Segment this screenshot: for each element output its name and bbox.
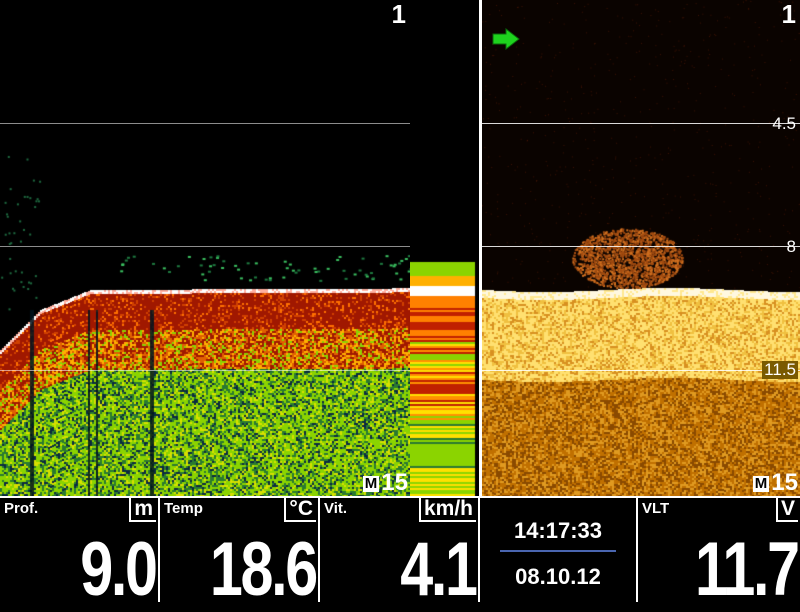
range-top-label: 1	[391, 0, 406, 29]
range-bottom-value: 15	[771, 469, 798, 496]
amplitude-scope	[410, 0, 479, 496]
arrow-right-icon	[492, 28, 520, 50]
voltage-readout-label: VLT	[642, 500, 670, 517]
depth-label: 4.5	[772, 114, 796, 133]
depth-readout-label: Prof.	[4, 500, 39, 517]
depth-grid-line	[482, 123, 800, 124]
speed-readout-label: Vit.	[324, 500, 348, 517]
range-bottom-value: 15	[381, 469, 408, 496]
voltage-readout-unit: V	[775, 498, 798, 522]
depth-readout-value: 9.0	[80, 527, 159, 612]
depth-grid-line	[482, 370, 800, 371]
depth-grid-line	[0, 123, 410, 124]
depth-label: 11.5	[762, 360, 798, 379]
voltage-readout[interactable]: VLT V 11.7	[638, 498, 800, 608]
clock-divider	[500, 550, 616, 552]
voltage-readout-value: 11.7	[695, 527, 800, 612]
range-mode-badge: M	[362, 475, 380, 492]
down-imaging-pane[interactable]: 4.5 8 11.5 1 M 15	[482, 0, 800, 496]
depth-label: 8	[786, 237, 796, 256]
sonar-2d-image	[0, 0, 410, 496]
speed-readout-unit: km/h	[418, 498, 476, 522]
temperature-readout-unit: °C	[284, 498, 316, 522]
clock-readout[interactable]: 14:17:33 08.10.12	[480, 498, 638, 602]
speed-readout[interactable]: Vit. km/h 4.1	[320, 498, 480, 608]
temperature-readout-value: 18.6	[209, 527, 318, 612]
temperature-readout-label: Temp	[164, 500, 203, 517]
data-bar: Prof. m 9.0 Temp °C 18.6 Vit. km/h 4.1 1…	[0, 496, 800, 608]
arrow-right-shape	[492, 28, 520, 50]
range-mode-badge: M	[752, 475, 770, 492]
speed-readout-value: 4.1	[400, 527, 479, 612]
clock-time: 14:17:33	[513, 518, 603, 543]
range-bottom-label: M 15	[752, 469, 798, 496]
depth-readout-unit: m	[129, 498, 156, 522]
amplitude-scope-image	[410, 0, 479, 496]
down-imaging-image	[482, 0, 800, 496]
sonar-2d-pane[interactable]: 1 M 15	[0, 0, 410, 496]
range-bottom-label: M 15	[362, 469, 408, 496]
depth-grid-line	[0, 246, 410, 247]
temperature-readout[interactable]: Temp °C 18.6	[160, 498, 320, 608]
range-top-label: 1	[781, 0, 796, 29]
clock-date: 08.10.12	[515, 564, 601, 589]
depth-readout[interactable]: Prof. m 9.0	[0, 498, 160, 608]
depth-grid-line	[0, 370, 410, 371]
depth-grid-line	[482, 246, 800, 247]
